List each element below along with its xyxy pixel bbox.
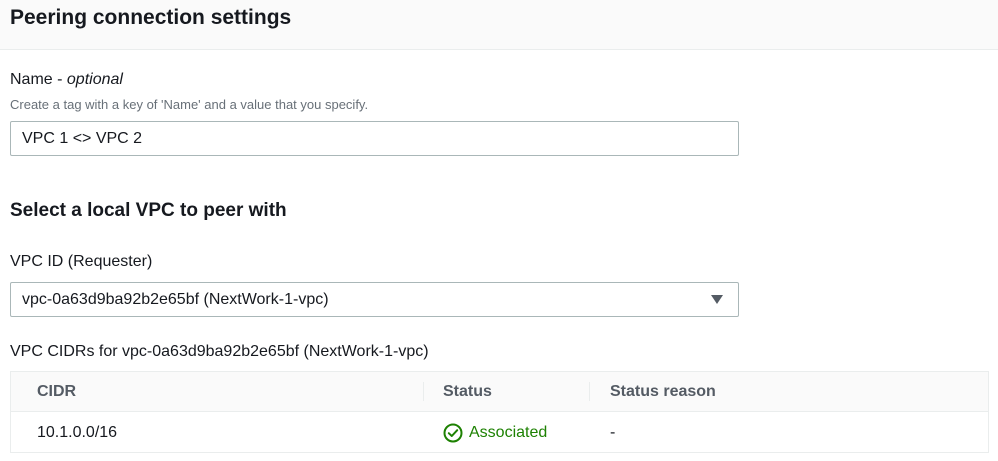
local-vpc-section-title: Select a local VPC to peer with — [10, 200, 287, 221]
name-field-description: Create a tag with a key of 'Name' and a … — [10, 97, 369, 112]
cell-cidr: 10.1.0.0/16 — [37, 423, 118, 441]
cell-status-reason: - — [610, 423, 616, 441]
name-input[interactable] — [10, 121, 739, 156]
column-header-status-reason: Status reason — [610, 382, 716, 400]
panel-header: Peering connection settings — [0, 0, 998, 50]
status-text: Associated — [469, 423, 548, 441]
vpc-id-label: VPC ID (Requester) — [10, 253, 153, 270]
name-field-label: Name - optional — [10, 71, 123, 89]
panel-title: Peering connection settings — [10, 6, 292, 29]
name-label-text: Name - — [10, 71, 67, 88]
cidr-table: CIDR Status Status reason 10.1.0.0/16 As… — [10, 371, 989, 453]
optional-tag: optional — [66, 71, 123, 88]
column-divider — [589, 382, 590, 401]
column-divider — [423, 382, 424, 401]
table-row: 10.1.0.0/16 Associated - — [11, 412, 988, 453]
cell-status: Associated — [443, 423, 547, 443]
table-header-row: CIDR Status Status reason — [11, 372, 988, 412]
caret-down-icon — [711, 295, 723, 304]
check-circle-icon — [443, 423, 463, 442]
column-header-cidr: CIDR — [37, 382, 77, 400]
vpc-id-select[interactable]: vpc-0a63d9ba92b2e65bf (NextWork-1-vpc) — [10, 282, 739, 317]
cidr-table-caption: VPC CIDRs for vpc-0a63d9ba92b2e65bf (Nex… — [10, 343, 429, 360]
column-header-status: Status — [443, 382, 492, 400]
vpc-id-selected-value: vpc-0a63d9ba92b2e65bf (NextWork-1-vpc) — [22, 290, 329, 308]
